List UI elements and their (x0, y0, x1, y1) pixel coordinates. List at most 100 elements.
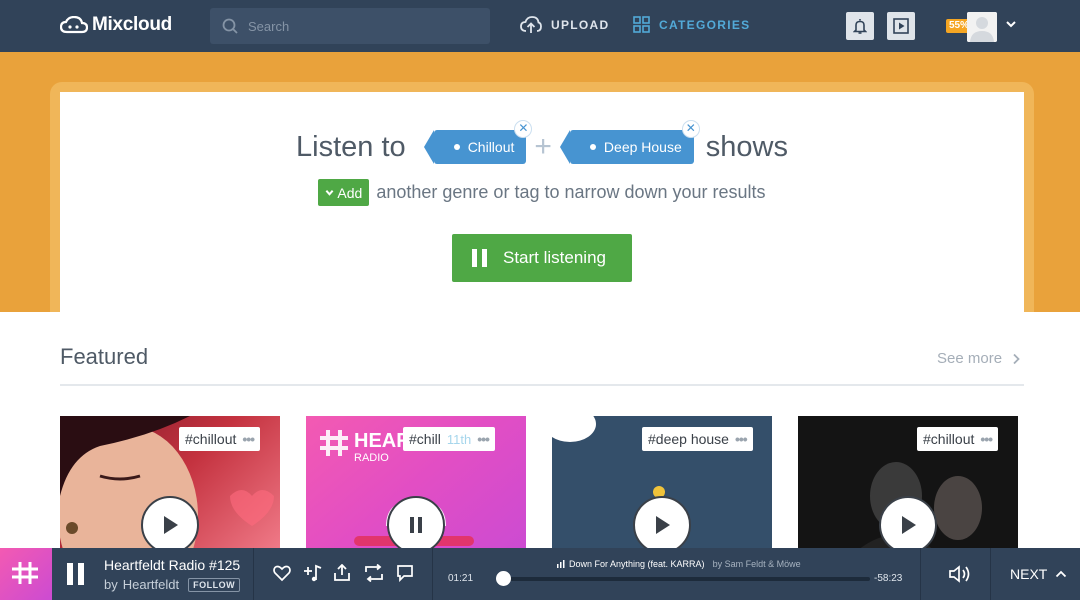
player-pause-button[interactable] (67, 563, 84, 585)
divider (253, 548, 254, 600)
see-more-link[interactable]: See more (937, 350, 1020, 367)
player-show-title[interactable]: Heartfeldt Radio #125 (104, 557, 240, 573)
volume-icon[interactable] (948, 564, 972, 584)
more-options-icon[interactable]: ••• (735, 431, 748, 447)
upload-cloud-icon (520, 16, 542, 33)
start-listening-label: Start listening (503, 248, 606, 267)
search-box[interactable] (210, 8, 490, 44)
now-playing-track: Down For Anything (feat. KARRA) by Sam F… (557, 559, 801, 569)
chevron-down-icon (326, 190, 334, 196)
card-tag[interactable]: #chillout (185, 431, 236, 447)
genre-tag-label: Deep House (603, 139, 682, 155)
card-tag[interactable]: #chill (409, 431, 441, 447)
track-title: Down For Anything (feat. KARRA) (569, 559, 705, 569)
play-button[interactable] (141, 496, 199, 550)
svg-text:RADIO: RADIO (354, 452, 389, 464)
remove-tag-icon[interactable]: ✕ (514, 120, 533, 138)
more-options-icon[interactable]: ••• (477, 431, 490, 447)
progress-bar[interactable] (502, 577, 870, 581)
plus-icon: + (534, 130, 552, 163)
cloud-logo-icon (60, 16, 88, 34)
show-card[interactable]: #chillout ••• (798, 416, 1018, 550)
genre-tag-label: Chillout (467, 139, 515, 155)
play-icon (902, 516, 916, 534)
tag-dot (589, 144, 596, 150)
avatar[interactable] (967, 12, 997, 42)
card-date: 11th (446, 431, 472, 447)
pause-icon (472, 249, 487, 267)
bell-icon (853, 19, 867, 34)
divider (990, 548, 991, 600)
chevron-down-icon[interactable] (1005, 18, 1017, 30)
card-tag-chip[interactable]: #chill 11th ••• (403, 427, 495, 451)
notifications-button[interactable] (846, 12, 874, 40)
search-input[interactable] (248, 18, 468, 34)
card-tag[interactable]: #chillout (923, 431, 974, 447)
nav-categories-label: CATEGORIES (659, 17, 751, 32)
heart-icon[interactable] (273, 564, 291, 582)
track-artist: by Sam Feldt & Möwe (712, 559, 801, 569)
nav-upload-label: UPLOAD (551, 18, 610, 32)
player-show-by: by Heartfeldt FOLLOW (104, 577, 241, 592)
artist-link[interactable]: Heartfeldt (123, 577, 179, 592)
repost-icon[interactable] (364, 564, 384, 582)
hero-card: Listen to Chillout ✕ + Deep House ✕ show… (60, 92, 1024, 312)
next-button[interactable]: NEXT (1010, 566, 1067, 582)
queue-play-icon (893, 18, 909, 34)
nav-upload[interactable]: UPLOAD (520, 16, 609, 34)
add-to-playlist-icon[interactable] (303, 564, 323, 582)
add-genre-button[interactable]: Add (318, 179, 370, 206)
show-card[interactable]: #chillout ••• (60, 416, 280, 550)
section-title: Featured (60, 344, 149, 369)
remaining-time: -58:23 (874, 573, 903, 584)
nav-categories[interactable]: CATEGORIES (633, 16, 750, 33)
user-placeholder-icon (967, 12, 997, 42)
pause-icon (410, 517, 422, 533)
remove-tag-icon[interactable]: ✕ (681, 120, 700, 138)
play-icon (656, 516, 670, 534)
more-options-icon[interactable]: ••• (242, 431, 255, 447)
start-listening-button[interactable]: Start listening (452, 234, 632, 282)
shows-text: shows (705, 130, 788, 163)
heartfeldt-thumb-logo (12, 562, 38, 584)
player-bar: Heartfeldt Radio #125 by Heartfeldt FOLL… (0, 548, 1080, 600)
share-icon[interactable] (333, 564, 351, 582)
section-divider (60, 384, 1024, 386)
by-prefix: by (104, 577, 118, 592)
divider (920, 548, 921, 600)
genre-hero: Listen to Chillout ✕ + Deep House ✕ show… (0, 52, 1080, 312)
chevron-up-icon (1056, 570, 1067, 578)
play-button[interactable] (633, 496, 691, 550)
show-card[interactable]: HEAR RADIO #chill 11th ••• (306, 416, 526, 550)
grid-icon (633, 16, 650, 33)
card-tag-chip[interactable]: #deep house ••• (642, 427, 753, 451)
show-card[interactable]: #deep house ••• (552, 416, 772, 550)
progress-handle[interactable] (496, 571, 511, 586)
listen-to-line: Listen to Chillout ✕ + Deep House ✕ show… (60, 120, 1024, 164)
card-tag-chip[interactable]: #chillout ••• (917, 427, 999, 451)
follow-button[interactable]: FOLLOW (188, 577, 241, 592)
queue-button[interactable] (887, 12, 915, 40)
play-button[interactable] (879, 496, 937, 550)
add-genre-line: Add another genre or tag to narrow down … (60, 179, 1024, 206)
search-icon (222, 18, 238, 34)
genre-tag-chillout[interactable]: Chillout ✕ (423, 120, 533, 164)
add-genre-label: Add (337, 184, 363, 201)
pause-button[interactable] (387, 496, 445, 550)
pause-bar (67, 563, 73, 585)
genre-tag-deep-house[interactable]: Deep House ✕ (559, 120, 700, 164)
equalizer-icon (557, 560, 565, 568)
play-icon (164, 516, 178, 534)
comment-icon[interactable] (396, 564, 414, 582)
pause-bar (78, 563, 84, 585)
card-tag[interactable]: #deep house (648, 431, 729, 447)
card-tag-chip[interactable]: #chillout ••• (179, 427, 261, 451)
tag-dot (453, 144, 460, 150)
more-options-icon[interactable]: ••• (980, 431, 993, 447)
elapsed-time: 01:21 (448, 573, 474, 584)
player-thumbnail[interactable] (0, 548, 52, 600)
mixcloud-logo[interactable]: Mixcloud (60, 14, 172, 36)
listen-to-text: Listen to (296, 130, 406, 163)
top-navbar: Mixcloud UPLOAD CATEGORIES (0, 0, 1080, 52)
divider (432, 548, 433, 600)
